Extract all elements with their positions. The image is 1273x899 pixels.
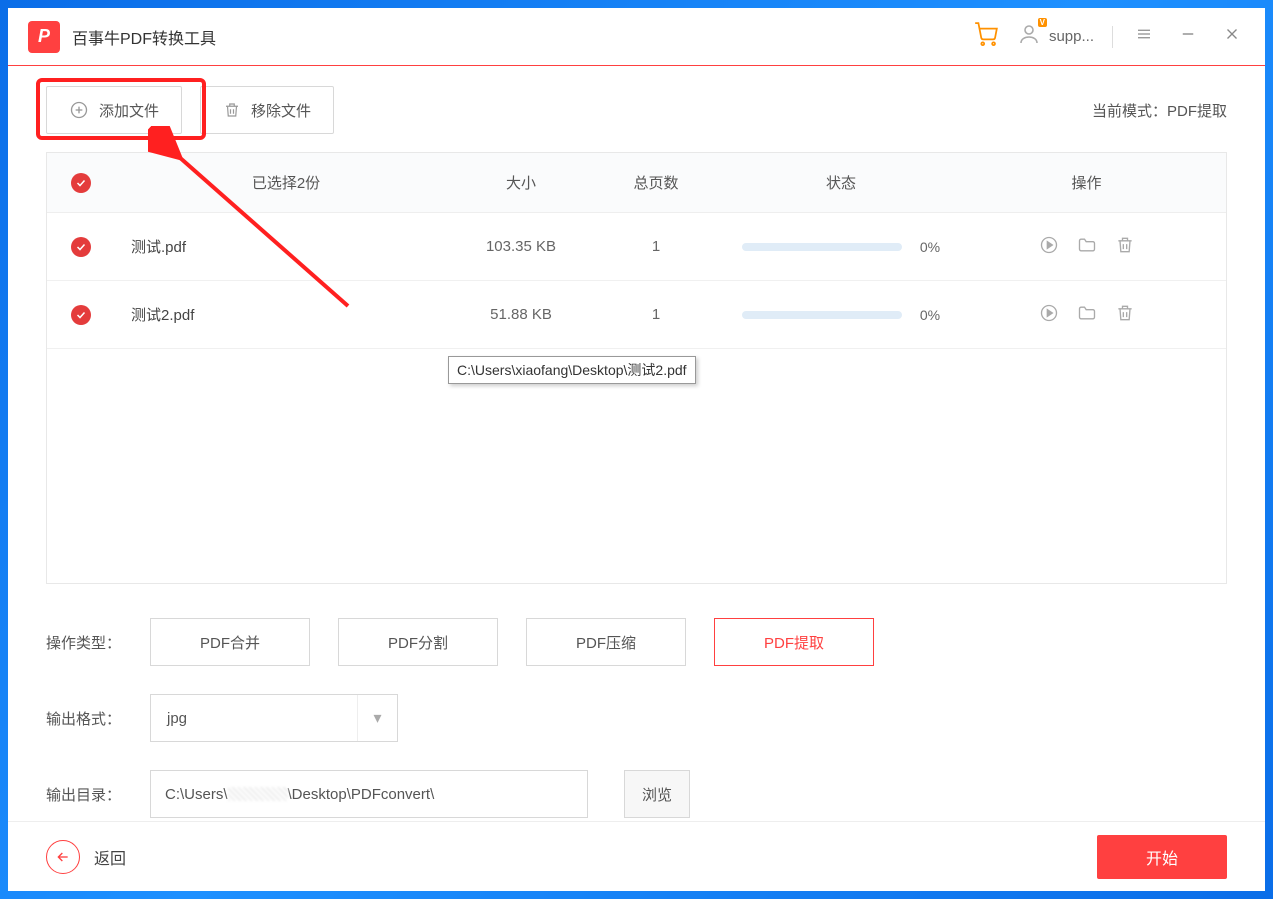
remove-file-label: 移除文件 [251, 100, 311, 121]
progress-bar [742, 243, 902, 251]
plus-circle-icon [69, 100, 89, 120]
progress-pct: 0% [920, 239, 940, 255]
col-ops: 操作 [971, 172, 1202, 193]
mode-value: PDF提取 [1167, 103, 1227, 120]
back-button[interactable]: 返回 [46, 840, 126, 874]
col-status: 状态 [711, 172, 971, 193]
minimize-icon[interactable] [1175, 21, 1201, 52]
op-type-label: 操作类型： [46, 632, 122, 653]
op-type-compress[interactable]: PDF压缩 [526, 618, 686, 666]
redacted-username [228, 787, 288, 801]
user-area[interactable]: V supp... [1017, 22, 1094, 51]
app-window: P 百事牛PDF转换工具 V supp... [8, 8, 1265, 891]
op-type-row: 操作类型： PDF合并 PDF分割 PDF压缩 PDF提取 [46, 618, 1227, 666]
content: 添加文件 移除文件 当前模式：PDF提取 已选择2份 大小 总页数 状态 [8, 66, 1265, 891]
format-row: 输出格式： jpg ▾ [46, 694, 1227, 742]
folder-icon[interactable] [1077, 235, 1097, 259]
col-size: 大小 [441, 172, 601, 193]
row-checkbox[interactable] [71, 305, 91, 325]
mode-prefix: 当前模式： [1092, 103, 1167, 120]
row-checkbox[interactable] [71, 237, 91, 257]
add-file-label: 添加文件 [99, 100, 159, 121]
app-logo: P [28, 21, 60, 53]
cart-icon[interactable] [973, 21, 999, 52]
file-pages: 1 [601, 238, 711, 255]
table-header: 已选择2份 大小 总页数 状态 操作 [47, 153, 1226, 213]
col-selected: 已选择2份 [131, 172, 441, 193]
col-pages: 总页数 [601, 172, 711, 193]
vip-badge-icon: V [1038, 18, 1047, 27]
footer: 返回 开始 [8, 821, 1265, 891]
user-name: supp... [1049, 28, 1094, 45]
outdir-prefix: C:\Users\ [165, 786, 228, 803]
delete-icon[interactable] [1115, 303, 1135, 327]
format-label: 输出格式： [46, 708, 122, 729]
outdir-suffix: \Desktop\PDFconvert\ [288, 786, 435, 803]
user-icon: V [1017, 22, 1041, 51]
format-value: jpg [167, 710, 187, 727]
divider [1112, 26, 1113, 48]
chevron-down-icon: ▾ [357, 695, 397, 741]
file-path-tooltip: C:\Users\xiaofang\Desktop\测试2.pdf [448, 356, 696, 384]
arrow-left-icon [46, 840, 80, 874]
table-row: 测试.pdf 103.35 KB 1 0% [47, 213, 1226, 281]
start-button[interactable]: 开始 [1097, 835, 1227, 879]
outdir-label: 输出目录： [46, 784, 122, 805]
status-wrap: 0% [711, 307, 971, 323]
op-type-merge[interactable]: PDF合并 [150, 618, 310, 666]
close-icon[interactable] [1219, 21, 1245, 52]
add-file-button[interactable]: 添加文件 [46, 86, 182, 134]
titlebar-right: V supp... [973, 21, 1245, 52]
current-mode-label: 当前模式：PDF提取 [1092, 100, 1227, 121]
progress-bar [742, 311, 902, 319]
file-name: 测试.pdf [131, 236, 441, 257]
outdir-row: 输出目录： C:\Users\ \Desktop\PDFconvert\ 浏览 [46, 770, 1227, 818]
remove-file-button[interactable]: 移除文件 [200, 86, 334, 134]
op-type-split[interactable]: PDF分割 [338, 618, 498, 666]
back-label: 返回 [94, 845, 126, 869]
delete-icon[interactable] [1115, 235, 1135, 259]
file-pages: 1 [601, 306, 711, 323]
folder-icon[interactable] [1077, 303, 1097, 327]
table-row: 测试2.pdf 51.88 KB 1 0% [47, 281, 1226, 349]
file-name: 测试2.pdf [131, 304, 441, 325]
outdir-input[interactable]: C:\Users\ \Desktop\PDFconvert\ [150, 770, 588, 818]
progress-pct: 0% [920, 307, 940, 323]
op-type-extract[interactable]: PDF提取 [714, 618, 874, 666]
file-size: 103.35 KB [441, 238, 601, 255]
play-icon[interactable] [1039, 235, 1059, 259]
app-title: 百事牛PDF转换工具 [72, 25, 216, 49]
file-size: 51.88 KB [441, 306, 601, 323]
select-all-checkbox[interactable] [71, 173, 91, 193]
menu-icon[interactable] [1131, 21, 1157, 52]
browse-button[interactable]: 浏览 [624, 770, 690, 818]
trash-icon [223, 101, 241, 119]
format-select[interactable]: jpg ▾ [150, 694, 398, 742]
settings: 操作类型： PDF合并 PDF分割 PDF压缩 PDF提取 输出格式： jpg … [46, 618, 1227, 818]
play-icon[interactable] [1039, 303, 1059, 327]
toolbar: 添加文件 移除文件 当前模式：PDF提取 [46, 86, 1227, 134]
titlebar: P 百事牛PDF转换工具 V supp... [8, 8, 1265, 66]
status-wrap: 0% [711, 239, 971, 255]
